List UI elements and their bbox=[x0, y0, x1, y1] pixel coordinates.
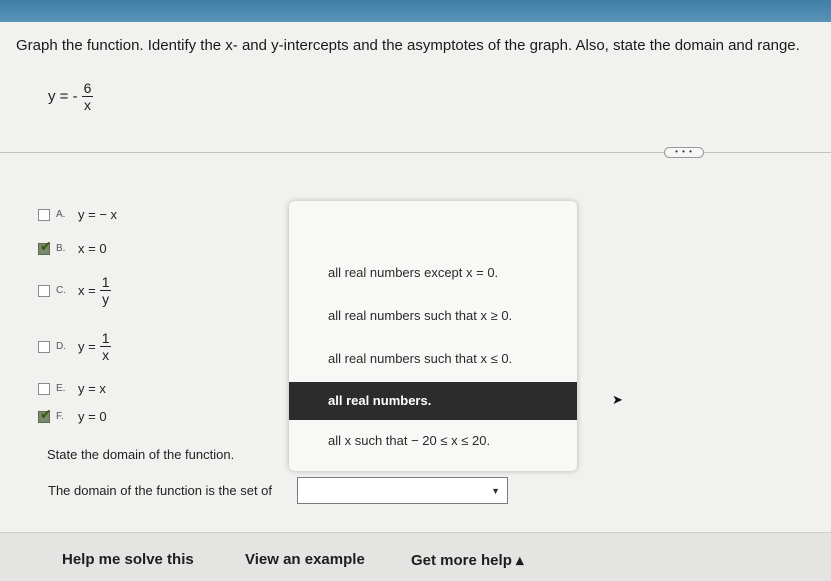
domain-prompt: State the domain of the function. bbox=[47, 447, 235, 462]
get-more-help-button[interactable]: Get more help ▴ bbox=[411, 551, 524, 569]
footer-bar: Help me solve this View an example Get m… bbox=[0, 532, 831, 581]
option-d[interactable]: D. y = 1 x bbox=[38, 330, 112, 363]
option-letter: E. bbox=[56, 383, 66, 394]
equation-fraction: 6 x bbox=[81, 80, 94, 113]
expand-more-button[interactable]: • • • bbox=[664, 147, 704, 158]
domain-dropdown-menu: all real numbers except x = 0. all real … bbox=[289, 201, 577, 471]
checkbox-c[interactable] bbox=[38, 284, 50, 297]
option-denominator: y bbox=[100, 290, 112, 307]
option-expression: y = − x bbox=[78, 207, 118, 222]
mouse-pointer-icon: ➤ bbox=[612, 392, 623, 407]
checkbox-b[interactable]: ✔ bbox=[38, 238, 52, 255]
checkmark-icon: ✔ bbox=[40, 237, 52, 254]
option-f[interactable]: ✔ F. y = 0 bbox=[38, 406, 107, 424]
option-expression: x = 0 bbox=[78, 241, 107, 256]
option-letter: F. bbox=[56, 411, 64, 422]
view-example-button[interactable]: View an example bbox=[245, 551, 365, 568]
checkbox-e[interactable] bbox=[38, 382, 50, 395]
option-numerator: 1 bbox=[101, 274, 110, 290]
option-expression: y = x bbox=[78, 381, 106, 396]
answer-prefix: The domain of the function is the set of bbox=[48, 483, 273, 498]
option-letter: B. bbox=[56, 243, 66, 254]
option-c[interactable]: C. x = 1 y bbox=[38, 274, 112, 307]
checkbox-f[interactable]: ✔ bbox=[38, 406, 52, 423]
option-denominator: x bbox=[100, 346, 112, 363]
option-expression: x = 1 y bbox=[78, 274, 112, 307]
option-letter: C. bbox=[56, 285, 66, 296]
equation-numerator: 6 bbox=[83, 80, 92, 96]
checkmark-icon: ✔ bbox=[40, 405, 52, 422]
option-e[interactable]: E. y = x bbox=[38, 381, 106, 396]
dropdown-option[interactable]: all real numbers such that x ≤ 0. bbox=[289, 340, 577, 378]
help-me-solve-button[interactable]: Help me solve this bbox=[62, 551, 194, 568]
option-b[interactable]: ✔ B. x = 0 bbox=[38, 238, 107, 256]
dropdown-option-highlighted[interactable]: all real numbers. bbox=[289, 382, 577, 420]
dropdown-option[interactable]: all real numbers except x = 0. bbox=[289, 254, 577, 292]
option-fraction: 1 x bbox=[100, 330, 112, 363]
option-letter: D. bbox=[56, 341, 66, 352]
equation-lhs: y = - bbox=[48, 88, 78, 105]
option-a[interactable]: A. y = − x bbox=[38, 207, 117, 222]
equation-denominator: x bbox=[81, 96, 93, 113]
option-fraction: 1 y bbox=[100, 274, 112, 307]
dropdown-arrow-icon[interactable]: ▼ bbox=[491, 486, 500, 496]
function-equation: y = - 6 x bbox=[48, 80, 93, 113]
option-numerator: 1 bbox=[101, 330, 110, 346]
option-letter: A. bbox=[56, 209, 66, 220]
question-instruction: Graph the function. Identify the x- and … bbox=[16, 37, 800, 54]
option-lhs: y = bbox=[78, 339, 96, 354]
option-expression: y = 1 x bbox=[78, 330, 112, 363]
domain-select[interactable]: ▼ bbox=[297, 477, 508, 504]
section-divider bbox=[0, 152, 831, 153]
dropdown-option[interactable]: all real numbers such that x ≥ 0. bbox=[289, 297, 577, 335]
checkbox-d[interactable] bbox=[38, 340, 50, 353]
top-bar bbox=[0, 0, 831, 22]
option-expression: y = 0 bbox=[78, 409, 107, 424]
dropdown-option[interactable]: all x such that − 20 ≤ x ≤ 20. bbox=[289, 422, 577, 460]
option-lhs: x = bbox=[78, 283, 96, 298]
checkbox-a[interactable] bbox=[38, 208, 50, 221]
